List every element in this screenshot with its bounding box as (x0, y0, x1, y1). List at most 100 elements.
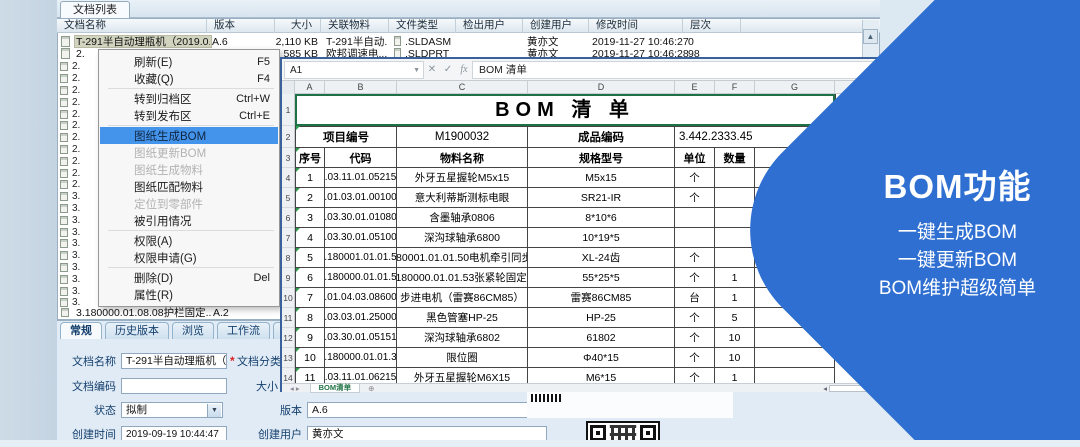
code-cell[interactable]: 2.03.30.01.051510 (325, 328, 397, 348)
code-cell[interactable]: 2.03.11.01.052150 (325, 168, 397, 188)
doc-row-partial[interactable]: 3. (60, 238, 100, 250)
doc-row-partial[interactable]: 3. (60, 250, 100, 262)
seq-cell[interactable]: 6 (295, 268, 325, 288)
doc-row-partial[interactable]: 2. (60, 73, 100, 85)
row-number[interactable]: 8 (282, 248, 294, 268)
doc-row-name[interactable]: 2. (76, 48, 96, 61)
qty-cell[interactable] (715, 168, 755, 188)
spec-cell[interactable]: SR21-IR (528, 188, 675, 208)
code-cell[interactable]: 2.03.30.01.010801 (325, 208, 397, 228)
empty-cell[interactable] (755, 348, 835, 368)
seq-cell[interactable]: 8 (295, 308, 325, 328)
doc-row-partial[interactable]: 3. (60, 214, 100, 226)
spec-cell[interactable]: M6*15 (528, 368, 675, 383)
seq-cell[interactable]: 3 (295, 208, 325, 228)
seq-cell[interactable]: 2 (295, 188, 325, 208)
row-number[interactable]: 7 (282, 228, 294, 248)
row-number[interactable]: 12 (282, 328, 294, 348)
column-letter[interactable]: A (295, 81, 325, 94)
doc-row-partial[interactable]: 2. (60, 85, 100, 97)
context-menu-item[interactable]: 权限申请(G) (100, 249, 278, 266)
column-header[interactable]: 层次 (683, 19, 741, 33)
code-cell[interactable]: 2.03.30.01.051009 (325, 228, 397, 248)
doc-name-field[interactable]: T-291半自动理瓶机（201 (121, 353, 227, 369)
spec-cell[interactable]: M5x15 (528, 168, 675, 188)
spec-cell[interactable]: 雷赛86CM85 (528, 288, 675, 308)
qty-cell[interactable] (715, 248, 755, 268)
context-menu-item[interactable]: 图纸生成BOM (100, 127, 278, 144)
context-menu-item[interactable]: 被引用情况 (100, 212, 278, 229)
column-letter[interactable]: D (528, 81, 675, 94)
column-header[interactable]: 创建用户 (523, 19, 589, 33)
version-field[interactable]: A.6 (307, 402, 547, 418)
unit-cell[interactable]: 个 (675, 168, 715, 188)
row-number[interactable]: 10 (282, 288, 294, 308)
spec-cell[interactable]: XL-24齿 (528, 248, 675, 268)
unit-cell[interactable]: 个 (675, 368, 715, 383)
material-name-cell[interactable]: 限位圈 (397, 348, 528, 368)
spec-cell[interactable]: 61802 (528, 328, 675, 348)
material-name-cell[interactable]: 深沟球轴承6802 (397, 328, 528, 348)
code-cell[interactable]: 3.180000.01.01.53 (325, 268, 397, 288)
header-cell[interactable]: 代码 (325, 148, 397, 168)
column-header[interactable]: 关联物料 (321, 19, 389, 33)
cell-name-box[interactable]: A1▼ (284, 61, 424, 79)
doc-row-partial[interactable]: 3. (60, 191, 100, 203)
code-cell[interactable]: 3.180001.01.01.50 (325, 248, 397, 268)
seq-cell[interactable]: 9 (295, 328, 325, 348)
column-letter[interactable]: G (755, 81, 835, 94)
context-menu-item[interactable]: 定位到零部件 (100, 195, 278, 212)
row-number[interactable]: 5 (282, 188, 294, 208)
row-number[interactable]: 11 (282, 308, 294, 328)
seq-cell[interactable]: 5 (295, 248, 325, 268)
doc-row-partial[interactable]: 2. (60, 167, 100, 179)
product-code-label-cell[interactable]: 成品编码 (528, 126, 675, 148)
code-cell[interactable]: 2.03.03.01.250001 (325, 308, 397, 328)
new-sheet-icon[interactable]: ⊕ (368, 384, 374, 393)
material-name-cell[interactable]: 深沟球轴承6800 (397, 228, 528, 248)
context-menu-item[interactable]: 删除(D) Del (100, 269, 278, 286)
detail-tab[interactable]: 浏览 (172, 322, 214, 339)
spec-cell[interactable]: Φ40*15 (528, 348, 675, 368)
fx-icon[interactable]: fx (456, 64, 472, 75)
material-name-cell[interactable]: 3.180000.01.01.53张紧轮固定板 (397, 268, 528, 288)
seq-cell[interactable]: 7 (295, 288, 325, 308)
context-menu-item[interactable]: 图纸更新BOM (100, 144, 278, 161)
row-number[interactable]: 4 (282, 168, 294, 188)
spec-cell[interactable]: 55*25*5 (528, 268, 675, 288)
header-cell[interactable]: 数量 (715, 148, 755, 168)
doc-code-field[interactable] (121, 378, 227, 394)
context-menu-item[interactable]: 图纸生成物料 (100, 161, 278, 178)
unit-cell[interactable]: 个 (675, 268, 715, 288)
project-no-value-cell[interactable]: M1900032 (397, 126, 528, 148)
detail-tab[interactable]: 历史版本 (105, 322, 169, 339)
qty-cell[interactable]: 1 (715, 268, 755, 288)
doc-row-partial[interactable]: 2. (60, 96, 100, 108)
cancel-icon[interactable]: ✕ (424, 64, 440, 75)
sheet-nav-arrows[interactable]: ◂ ▸ (290, 384, 300, 393)
code-cell[interactable]: 2.01.03.01.001001 (325, 188, 397, 208)
unit-cell[interactable]: 台 (675, 288, 715, 308)
code-cell[interactable]: 2.01.04.03.086002 (325, 288, 397, 308)
qty-cell[interactable]: 10 (715, 328, 755, 348)
header-cell[interactable]: 规格型号 (528, 148, 675, 168)
row-number[interactable]: 6 (282, 208, 294, 228)
row-number[interactable]: 9 (282, 268, 294, 288)
sheet-tab-bom[interactable]: BOM清单 (310, 384, 361, 393)
project-no-label-cell[interactable]: 项目编号 (295, 126, 397, 148)
material-name-cell[interactable]: 3.180001.01.01.50电机牵引同步轮 (397, 248, 528, 268)
unit-cell[interactable]: 个 (675, 188, 715, 208)
column-letter[interactable]: B (325, 81, 397, 94)
doc-row-name[interactable]: 3.180000.01.08.08护栏固定... (76, 307, 211, 320)
detail-tab[interactable]: 工作流 (217, 322, 270, 339)
qty-cell[interactable]: 1 (715, 368, 755, 383)
material-name-cell[interactable]: 外牙五星握轮M5x15 (397, 168, 528, 188)
formula-input[interactable]: BOM 清单 (472, 61, 879, 79)
unit-cell[interactable]: 个 (675, 328, 715, 348)
scroll-up-arrow[interactable]: ▲ (863, 29, 878, 44)
chevron-down-icon[interactable]: ▼ (207, 404, 221, 417)
column-letter[interactable]: F (715, 81, 755, 94)
material-name-cell[interactable]: 外牙五星握轮M6X15 (397, 368, 528, 383)
context-menu-item[interactable]: 属性(R) (100, 286, 278, 303)
seq-cell[interactable]: 10 (295, 348, 325, 368)
